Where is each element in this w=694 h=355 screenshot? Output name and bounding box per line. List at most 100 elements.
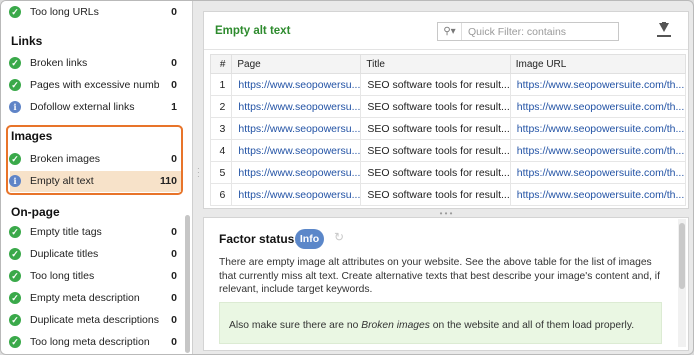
refresh-icon[interactable]: ↻ [334, 230, 344, 244]
cell-number: 5 [209, 161, 233, 184]
sidebar-item-duplicate-meta-descriptions[interactable]: ✓ Duplicate meta descriptions 0 [9, 309, 177, 331]
table-row[interactable]: 3 https://www.seopowersu... SEO software t… [209, 117, 687, 140]
sidebar-item-label: Pages with excessive number o... [30, 79, 159, 91]
sidebar-item-broken-links[interactable]: ✓ Broken links 0 [9, 52, 177, 74]
sidebar-item-count: 110 [160, 175, 177, 187]
cell-number: 6 [209, 183, 233, 206]
column-header-title[interactable]: Title [360, 54, 511, 74]
quick-filter-placeholder: Quick Filter: contains [468, 25, 567, 38]
sidebar-item-broken-images[interactable]: ✓ Broken images 0 [9, 148, 177, 170]
table-header-row: # Page Title Image URL [209, 54, 687, 74]
sidebar-item-count: 0 [171, 6, 177, 18]
cell-page[interactable]: https://www.seopowersu... [231, 139, 362, 162]
column-header-page[interactable]: Page [231, 54, 362, 74]
cell-number: 1 [209, 73, 233, 96]
vertical-splitter-handle[interactable]: · · · [197, 165, 200, 181]
sidebar-item-label: Too long titles [30, 270, 95, 282]
sidebar-item-duplicate-titles[interactable]: ✓ Duplicate titles 0 [9, 243, 177, 265]
sidebar-item-count: 0 [171, 248, 177, 260]
sidebar-item-empty-alt-text[interactable]: i Empty alt text 110 [9, 170, 177, 192]
sidebar-item-too-long-meta-description[interactable]: ✓ Too long meta description 0 [9, 331, 177, 353]
sidebar-item-count: 0 [171, 57, 177, 69]
note-suffix: on the website and all of them load prop… [429, 320, 635, 331]
section-heading-on-page: On-page [11, 205, 60, 219]
table-row[interactable]: 5 https://www.seopowersu... SEO software t… [209, 161, 687, 184]
section-heading-links: Links [11, 34, 43, 48]
quick-filter-input[interactable]: ⚲▾ Quick Filter: contains [437, 22, 619, 41]
factor-panel: Factor status: Info ↻ There are empty im… [203, 217, 689, 351]
cell-title: SEO software tools for result... [360, 161, 511, 184]
table-panel-header: Empty alt text ⚲▾ Quick Filter: contains [204, 12, 688, 50]
sidebar-item-label: Broken links [30, 57, 88, 69]
check-icon: ✓ [9, 336, 21, 348]
cell-page[interactable]: https://www.seopowersu... [231, 95, 362, 118]
cell-number: 3 [209, 117, 233, 140]
sidebar-item-label: Empty meta description [30, 292, 140, 304]
check-icon: ✓ [9, 226, 21, 238]
sidebar-item-count: 0 [171, 226, 177, 238]
sidebar-item-label: Broken images [30, 153, 101, 165]
sidebar-item-count: 0 [171, 314, 177, 326]
sidebar-item-count: 0 [171, 292, 177, 304]
check-icon: ✓ [9, 248, 21, 260]
table-row[interactable]: 4 https://www.seopowersu... SEO software t… [209, 139, 687, 162]
sidebar-item-excessive-links[interactable]: ✓ Pages with excessive number o... 0 [9, 74, 177, 96]
panel-title: Empty alt text [215, 25, 291, 37]
sidebar-item-label: Too long URLs [30, 6, 99, 18]
sidebar-scrollbar[interactable] [185, 215, 190, 353]
check-icon: ✓ [9, 6, 21, 18]
cell-title: SEO software tools for result... [360, 73, 511, 96]
sidebar: ✓ Too long URLs 0 Links ✓ Broken links 0… [1, 1, 193, 354]
sidebar-item-too-long-titles[interactable]: ✓ Too long titles 0 [9, 265, 177, 287]
sidebar-item-empty-meta-description[interactable]: ✓ Empty meta description 0 [9, 287, 177, 309]
sidebar-item-label: Dofollow external links [30, 101, 135, 113]
scrollbar-thumb[interactable] [679, 223, 685, 289]
column-header-number[interactable]: # [209, 54, 233, 74]
factor-note: Also make sure there are no Broken image… [219, 302, 662, 344]
cell-page[interactable]: https://www.seopowersu... [231, 161, 362, 184]
table-row[interactable]: 6 https://www.seopowersu... SEO software t… [209, 183, 687, 206]
cell-number: 2 [209, 95, 233, 118]
cell-page[interactable]: https://www.seopowersu... [231, 117, 362, 140]
cell-page[interactable]: https://www.seopowersu... [231, 183, 362, 206]
sidebar-item-label: Too long meta description [30, 336, 150, 348]
cell-image-url[interactable]: https://www.seopowersuite.com/th... [509, 183, 687, 206]
sidebar-item-label: Empty alt text [30, 175, 94, 187]
sidebar-item-label: Empty title tags [30, 226, 102, 238]
download-icon[interactable] [656, 22, 672, 40]
table-panel: Empty alt text ⚲▾ Quick Filter: contains… [203, 11, 689, 209]
sidebar-item-too-long-urls[interactable]: ✓ Too long URLs 0 [9, 1, 177, 23]
factor-description: There are empty image alt attributes on … [219, 257, 660, 295]
table-row[interactable]: 1 https://www.seopowersu... SEO software t… [209, 73, 687, 96]
section-heading-images: Images [11, 129, 53, 143]
cell-title: SEO software tools for result... [360, 183, 511, 206]
cell-image-url[interactable]: https://www.seopowersuite.com/th... [509, 161, 687, 184]
cell-title: SEO software tools for result... [360, 139, 511, 162]
search-icon[interactable]: ⚲▾ [438, 23, 462, 40]
check-icon: ✓ [9, 270, 21, 282]
cell-image-url[interactable]: https://www.seopowersuite.com/th... [509, 139, 687, 162]
sidebar-item-dofollow-external[interactable]: i Dofollow external links 1 [9, 96, 177, 118]
sidebar-item-count: 0 [171, 336, 177, 348]
sidebar-item-label: Duplicate meta descriptions [30, 314, 159, 326]
check-icon: ✓ [9, 153, 21, 165]
check-icon: ✓ [9, 314, 21, 326]
sidebar-item-label: Duplicate titles [30, 248, 99, 260]
info-icon: i [9, 101, 21, 113]
status-badge: Info [295, 229, 324, 249]
cell-image-url[interactable]: https://www.seopowersuite.com/th... [509, 73, 687, 96]
table-row[interactable]: 2 https://www.seopowersu... SEO software t… [209, 95, 687, 118]
cell-image-url[interactable]: https://www.seopowersuite.com/th... [509, 95, 687, 118]
sidebar-item-empty-title-tags[interactable]: ✓ Empty title tags 0 [9, 221, 177, 243]
check-icon: ✓ [9, 292, 21, 304]
cell-page[interactable]: https://www.seopowersu... [231, 73, 362, 96]
column-header-image-url[interactable]: Image URL [509, 54, 687, 74]
cell-image-url[interactable]: https://www.seopowersuite.com/th... [509, 117, 687, 140]
results-table: # Page Title Image URL 1 https://www.seop… [209, 54, 687, 206]
cell-number: 4 [209, 139, 233, 162]
note-link-broken-images: Broken images [361, 320, 430, 331]
sidebar-item-count: 0 [171, 270, 177, 282]
cell-title: SEO software tools for result... [360, 117, 511, 140]
check-icon: ✓ [9, 79, 21, 91]
factor-panel-scrollbar[interactable] [678, 219, 686, 347]
